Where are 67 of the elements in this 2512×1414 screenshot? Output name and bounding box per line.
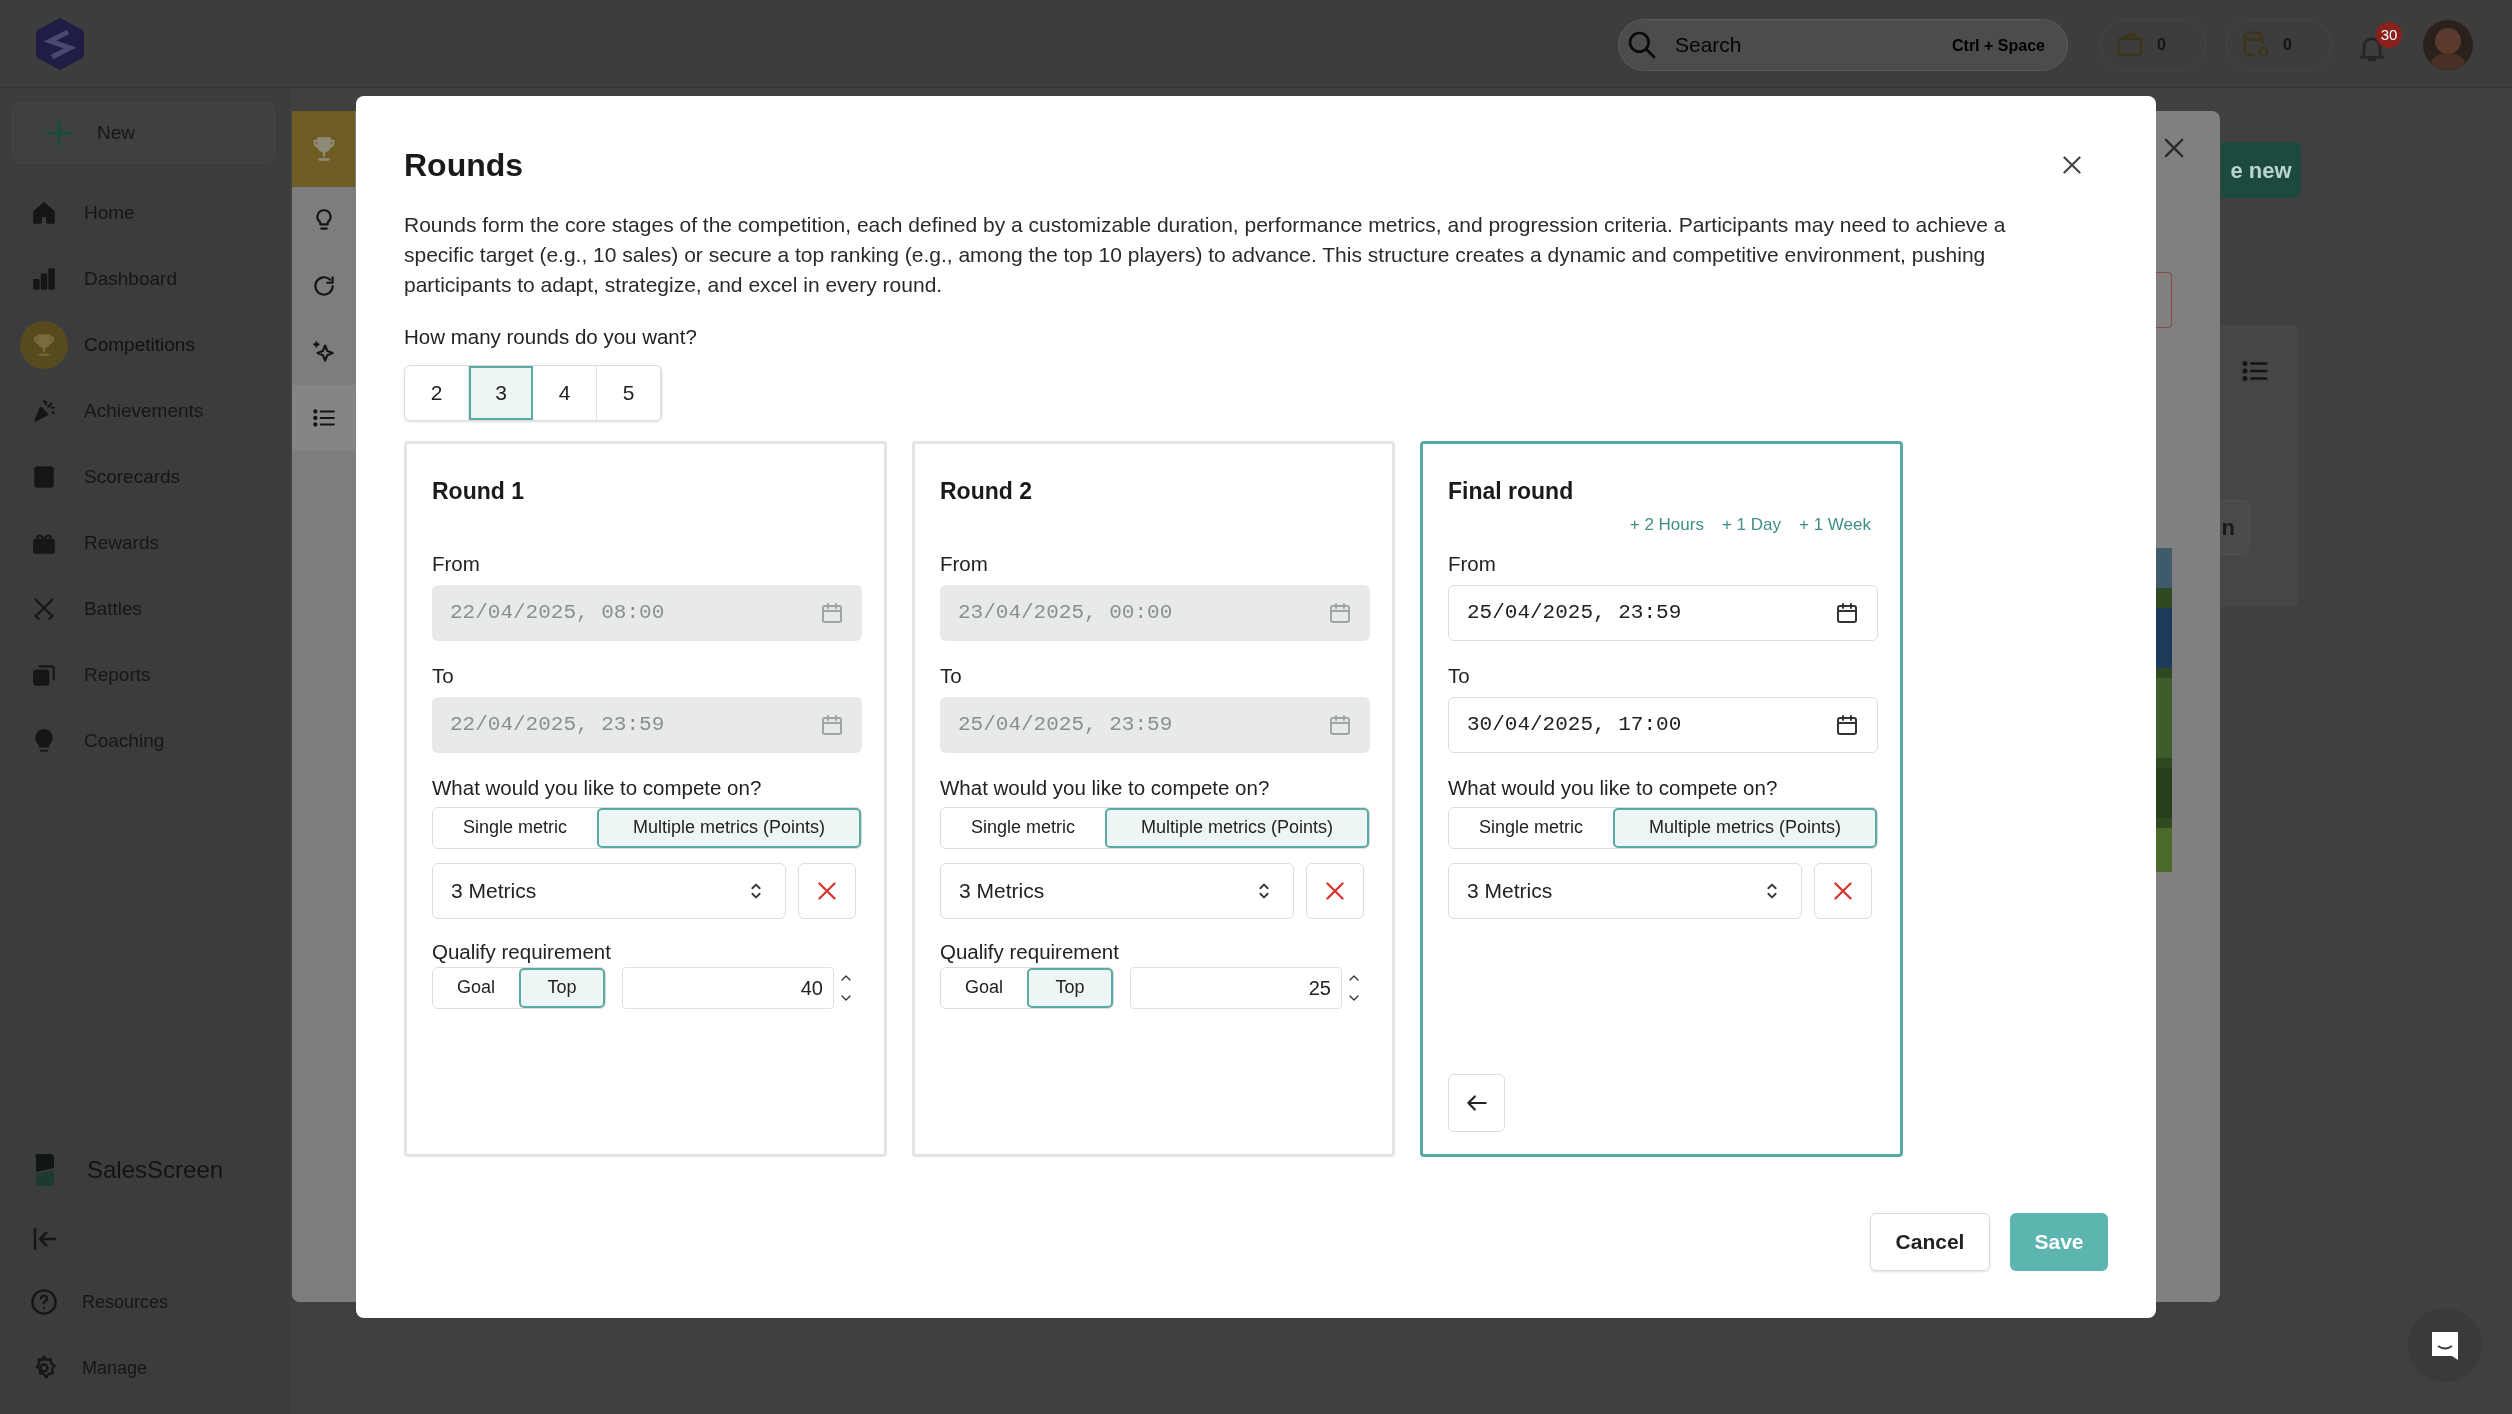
number-field[interactable]: 25 xyxy=(1130,966,1342,1009)
rounds-question: How many rounds do you want? xyxy=(404,324,698,350)
round-count-option[interactable]: 5 xyxy=(597,365,661,420)
plus-icon xyxy=(45,119,73,147)
toggle-option[interactable]: Single metric xyxy=(941,807,1105,848)
help-icon xyxy=(30,1288,58,1316)
round-title: Round 2 xyxy=(940,476,1033,504)
field-label: What would you like to compete on? xyxy=(432,774,763,801)
quick-add-link[interactable]: + 2 Hours xyxy=(1629,512,1704,538)
scorecard-icon xyxy=(31,464,57,490)
quick-add-link[interactable]: + 1 Week xyxy=(1799,512,1871,538)
remove-button[interactable] xyxy=(1306,862,1364,919)
toggle-option[interactable]: Top xyxy=(519,967,605,1008)
party-popper-icon xyxy=(31,398,57,424)
calendar-icon xyxy=(820,600,844,625)
round-title: Round 1 xyxy=(432,476,525,504)
calendar-icon xyxy=(1328,600,1352,625)
metrics-select[interactable]: 3 Metrics xyxy=(1448,862,1802,919)
calendar-icon xyxy=(820,712,844,737)
field-label: What would you like to compete on? xyxy=(940,774,1271,801)
create-button[interactable]: e new xyxy=(2221,142,2301,198)
toggle-option[interactable]: Top xyxy=(1027,967,1113,1008)
notification-badge: 30 xyxy=(2376,22,2402,48)
date-field[interactable]: 30/04/2025, 17:00 xyxy=(1448,696,1878,753)
toggle-option[interactable]: Multiple metrics (Points) xyxy=(1105,807,1369,848)
toggle-option[interactable]: Goal xyxy=(433,967,519,1008)
metrics-select[interactable]: 3 Metrics xyxy=(940,862,1294,919)
remove-button[interactable] xyxy=(798,862,856,919)
bar-chart-icon xyxy=(31,266,57,292)
quick-add-link[interactable]: + 1 Day xyxy=(1721,512,1781,538)
toggle-option[interactable]: Single metric xyxy=(1449,807,1613,848)
number-field[interactable]: 40 xyxy=(622,966,834,1009)
field-label: To xyxy=(1448,662,1471,689)
remove-button[interactable] xyxy=(1814,862,1872,919)
drawer-tab[interactable] xyxy=(292,385,355,451)
round-count-option[interactable]: 4 xyxy=(533,365,597,420)
calendar-icon xyxy=(1835,600,1859,625)
field-label: From xyxy=(1448,550,1497,577)
home-icon xyxy=(31,200,57,226)
date-field[interactable]: 25/04/2025, 23:59 xyxy=(1448,584,1878,641)
round-title: Final round xyxy=(1448,476,1575,504)
brand-logo-icon xyxy=(34,1154,54,1186)
dialog-description: Rounds form the core stages of the competition, each defined by a customizable duration, performance metrics, and progression criteria. Participants may need to achieve a specific target (e.g., 10 sales) or secure a top ranking (e.g., among the top 10 players) to advance. This structure creates a dynamic and competitive environment, pushing participants to adapt, strategize, and excel in every round. xyxy=(404,212,2007,298)
calendar-icon xyxy=(1835,712,1859,737)
field-label: Qualify requirement xyxy=(432,938,612,965)
toggle-option[interactable]: Single metric xyxy=(433,807,597,848)
field-label: Qualify requirement xyxy=(940,938,1120,965)
field-label: To xyxy=(432,662,455,689)
sparkle-icon xyxy=(310,339,337,365)
calendar-icon xyxy=(1328,712,1352,737)
reports-icon xyxy=(31,662,57,688)
dialog-title: Rounds xyxy=(404,146,524,185)
toggle-option[interactable]: Multiple metrics (Points) xyxy=(597,807,861,848)
toggle-option[interactable]: Multiple metrics (Points) xyxy=(1613,807,1877,848)
search-icon xyxy=(1626,29,1658,61)
back-button[interactable] xyxy=(1448,1073,1505,1132)
crossed-swords-icon xyxy=(31,596,57,622)
round-count-option[interactable]: 3 xyxy=(469,365,533,420)
field-label: To xyxy=(940,662,963,689)
cancel-button[interactable]: Cancel xyxy=(1870,1213,1990,1271)
field-label: From xyxy=(432,550,481,577)
field-label: From xyxy=(940,550,989,577)
trophy-icon xyxy=(31,332,57,358)
metrics-select[interactable]: 3 Metrics xyxy=(432,862,786,919)
toggle-option[interactable]: Goal xyxy=(941,967,1027,1008)
field-label: What would you like to compete on? xyxy=(1448,774,1779,801)
shortcut-hint: Ctrl + Space xyxy=(1952,36,2045,56)
